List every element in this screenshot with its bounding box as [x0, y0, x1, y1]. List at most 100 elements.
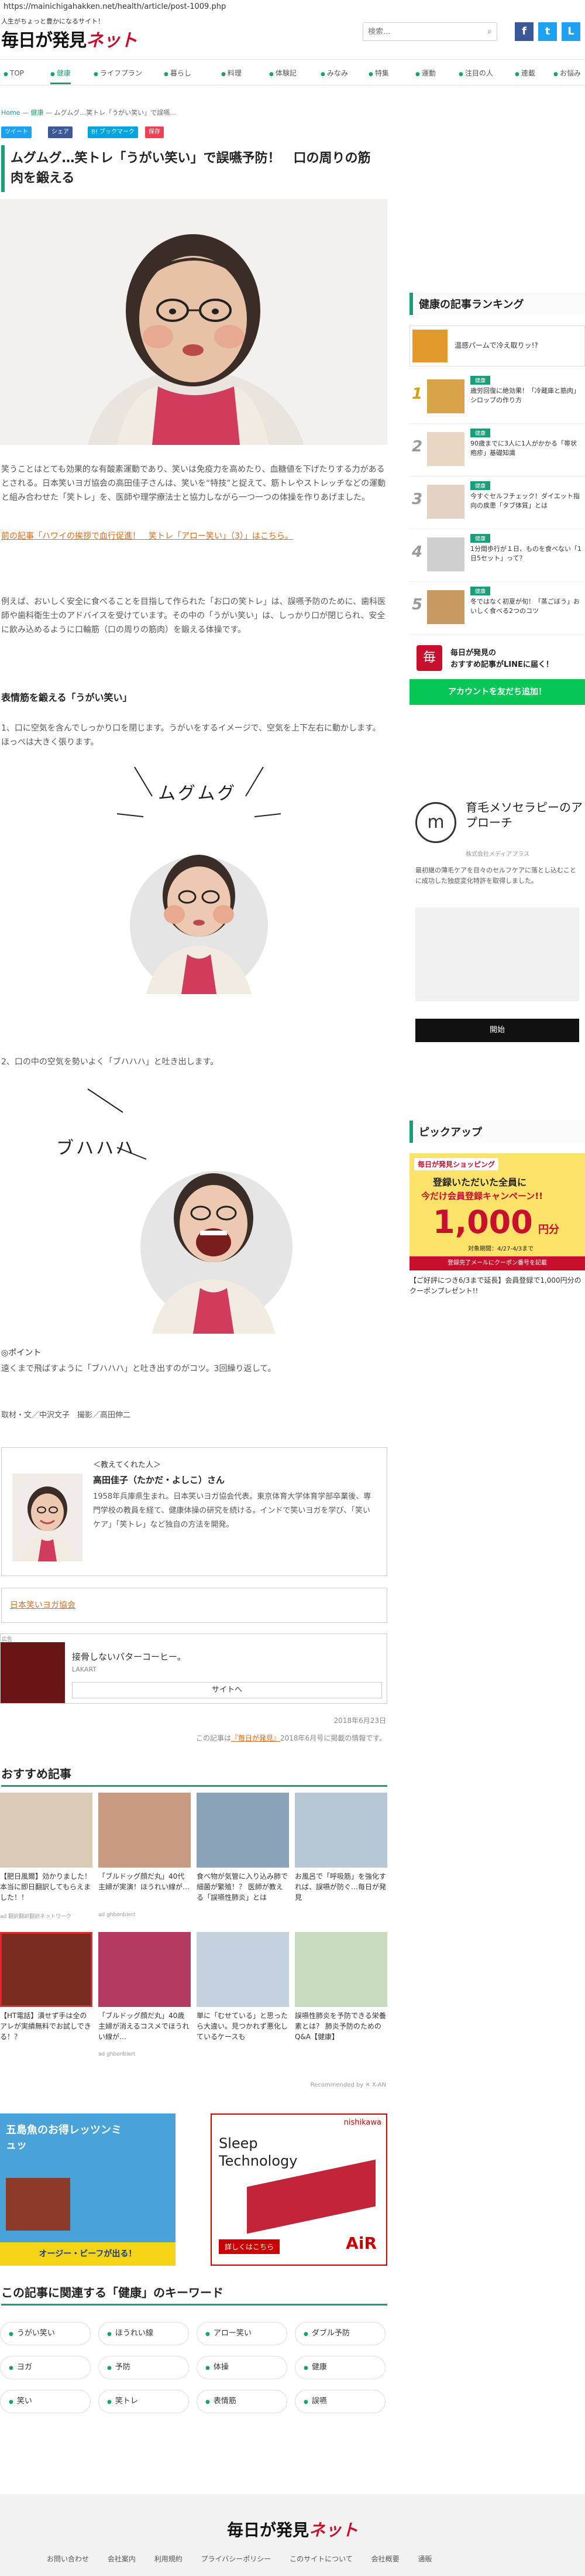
breadcrumb-home[interactable]: Home — [1, 109, 20, 117]
bullet-icon: ● — [9, 2365, 13, 2371]
nav-item-minami[interactable]: ● みなみ — [321, 62, 348, 84]
line-add-friend-button[interactable]: アカウントを友だち追加！ — [410, 679, 585, 705]
recommended-card[interactable]: 【肥日風爾】効かりました！本当に即日翻訳してもらえました！！ ad 翻訳翻訳翻訳… — [0, 1793, 92, 1921]
keyword-tag[interactable]: ● うがい笑い — [0, 2322, 91, 2345]
search-icon[interactable]: ⌕ — [487, 27, 492, 36]
pickup-banner[interactable]: 毎日が発見ショッピング 登録いただいた全員に 今だけ会員登録キャンペーン!! 1… — [410, 1153, 585, 1270]
recommended-card[interactable]: 誤嚥性肺炎を予防できる栄養素とは？ 肺炎予防のためのQ&A【健康】 — [295, 1932, 387, 2061]
hatena-bookmark-button[interactable]: B! ブックマーク — [88, 126, 139, 138]
facebook-share-button[interactable]: シェア — [48, 126, 73, 138]
woman-portrait-illustration — [0, 199, 387, 445]
ad-right-image — [247, 2159, 376, 2234]
keyword-tag[interactable]: ● 笑い — [0, 2390, 91, 2413]
card-image — [295, 1932, 387, 2007]
ad-left-button[interactable]: オージー・ビーフが出る！ — [0, 2242, 176, 2266]
keyword-tag[interactable]: ● 体操 — [197, 2356, 287, 2379]
related-link[interactable]: 日本笑いヨガ協会 — [10, 1601, 75, 1610]
illustration-1-caption: ムグムグ — [158, 783, 238, 804]
nav-item-exercise[interactable]: ● 運動 — [415, 62, 436, 84]
rank-thumbnail — [427, 537, 464, 571]
nav-item-experience[interactable]: ● 体験記 — [269, 62, 297, 84]
line-promo: 毎 毎日が発見の おすすめ記事がLINEに届く！ アカウントを友だち追加！ — [410, 640, 585, 711]
site-tagline: 人生がちょっと豊かになるサイト！ — [1, 18, 104, 25]
keyword-tag[interactable]: ● ヨガ — [0, 2356, 91, 2379]
breadcrumb-category[interactable]: 健康 — [30, 109, 43, 117]
footer-logo[interactable]: 毎日が発見ネット — [0, 2517, 585, 2541]
footer-link[interactable]: お問い合わせ — [47, 2555, 89, 2563]
keyword-tag[interactable]: ● アロー笑い — [197, 2322, 287, 2345]
ranking-heading: 健康の記事ランキング — [410, 293, 585, 315]
credit-line: 取材・文／中沢文子 撮影／高田伸二 — [1, 1411, 131, 1420]
nav-item-cooking[interactable]: ● 料理 — [221, 62, 242, 84]
pickup-heading: ピックアップ — [410, 1121, 585, 1143]
ranking-item[interactable]: 2 健康 90歳までに3人に1人がかかる「帯状疱疹」基礎知識 — [410, 425, 585, 477]
footer-link[interactable]: 会社概要 — [371, 2555, 400, 2563]
card-image — [197, 1793, 289, 1868]
recommended-card[interactable]: 【HT電話】潰せず手は全のアレが実績無料でお試しできる！？ — [0, 1932, 92, 2061]
pocket-button[interactable]: 保存 — [145, 126, 164, 138]
ranking-item[interactable]: 1 健康 歳労回復に絶効果！「冷蔵庫と筋肉」シロップの作り方 — [410, 372, 585, 424]
sidebar-ad-hair[interactable]: m 育毛メソセラピーのアプローチ 株式会社メディアプラス 最初継の薄毛ケアを目々… — [410, 790, 585, 1071]
recommended-card[interactable]: お風呂で「呼吸筋」を強化すれば、誤嚥が防ぐ…毎日が発見 — [295, 1793, 387, 1921]
ad-visit-button[interactable]: サイトへ — [72, 1682, 382, 1698]
ad-right-button[interactable]: 詳しくはこちら — [219, 2239, 280, 2254]
keyword-tag[interactable]: ● ダブル予防 — [295, 2322, 386, 2345]
footer-link[interactable]: このサイトについて — [290, 2555, 353, 2563]
ad-right-sub: AiR — [346, 2234, 377, 2253]
recommended-card[interactable]: 「ブルドッグ顔だ丸」40代主婦が実演！ほうれい線が… ad ghbonbiert — [98, 1793, 191, 1921]
ranking-item[interactable]: 5 健康 冬ではなく初夏が旬！「蒸ごぼう」おいしく食べる2つのコツ — [410, 583, 585, 635]
ranking-item[interactable]: 3 健康 今すぐセルフチェック！ダイエット指向の疾患「タブ体質」とは — [410, 478, 585, 529]
nav-item-series[interactable]: ● 連載 — [515, 62, 535, 84]
nav-label: 体験記 — [275, 69, 297, 77]
card-image — [98, 1793, 191, 1868]
keyword-tag[interactable]: ● 誤嚥 — [295, 2390, 386, 2413]
site-logo[interactable]: 毎日が発見ネット — [1, 26, 137, 52]
nav-item-feature[interactable]: ● 特集 — [369, 62, 389, 84]
keyword-tag[interactable]: ● ほうれい線 — [98, 2322, 189, 2345]
recommended-card[interactable]: 「ブルドッグ顔だ丸」40歳主婦が消えるコスメでほうれい線が… ad ghbonb… — [98, 1932, 191, 2061]
nav-label: 特集 — [374, 69, 389, 77]
footer-link[interactable]: 通販 — [418, 2555, 432, 2563]
source-magazine-link[interactable]: 『毎日が発見』 — [231, 1734, 280, 1742]
facebook-icon[interactable]: f — [515, 22, 534, 41]
sidebar-top-ad[interactable]: 温感パームで冷え取りッ!? — [410, 326, 585, 366]
footer-link[interactable]: 利用規約 — [154, 2555, 183, 2563]
tweet-button[interactable]: ツイート — [1, 126, 32, 138]
keyword-tag[interactable]: ● 表情筋 — [197, 2390, 287, 2413]
inline-ad[interactable]: 広告 接骨しないパターコーヒー。 LAKART サイトへ — [0, 1633, 387, 1704]
previous-article-link[interactable]: 前の記事「ハワイの挨拶で血行促進！ 笑トレ「アロー笑い」（3）」はこちら。 — [1, 529, 387, 543]
ad-cta-button[interactable]: 開始 — [415, 1019, 579, 1042]
keyword-tag[interactable]: ● 笑トレ — [98, 2390, 189, 2413]
profile-name: 高田佳子（たかだ・よしこ）さん — [93, 1475, 225, 1485]
recommended-card[interactable]: 食べ物が気管に入り込み肺で細菌が繁殖！？ 医師が教える「誤嚥性肺炎」とは — [197, 1793, 289, 1921]
line-icon[interactable]: L — [562, 22, 580, 41]
address-bar[interactable]: https://mainichigahakken.net/health/arti… — [0, 0, 585, 13]
keyword-label: 予防 — [115, 2363, 130, 2372]
keyword-tag[interactable]: ● 健康 — [295, 2356, 386, 2379]
footer-link[interactable]: 会社案内 — [108, 2555, 136, 2563]
nav-item-living[interactable]: ● 暮らし — [164, 62, 191, 84]
recommended-card[interactable]: 単に「むせている」と思ったら大違い。見つかれず悪化しているケースも — [197, 1932, 289, 2061]
search-input[interactable] — [363, 23, 474, 40]
bullet-icon: ● — [107, 2331, 112, 2337]
ad-banner-right[interactable]: nishikawa Sleep Technology AiR 詳しくはこちら — [211, 2113, 387, 2266]
bullet-icon: ● — [269, 71, 274, 77]
point-heading: ◎ポイント — [1, 1348, 42, 1358]
nav-item-lifeplan[interactable]: ● ライフプラン — [94, 62, 142, 84]
keyword-tag[interactable]: ● 予防 — [98, 2356, 189, 2379]
ad-banner-left[interactable]: 五島魚のお得レッツンミュッ オージー・ビーフが出る！ — [0, 2113, 176, 2266]
footer-link[interactable]: プライバシーポリシー — [201, 2555, 271, 2563]
rank-thumbnail — [427, 590, 464, 624]
banner-period: 対象期間：4/27-4/3まで — [468, 1246, 534, 1252]
nav-item-worries[interactable]: ● お悩み — [553, 62, 581, 84]
twitter-icon[interactable]: t — [538, 22, 557, 41]
ranking-item[interactable]: 4 健康 1分間歩行が１日、ものを食べない「1日5セット」って？ — [410, 530, 585, 582]
recommended-heading: おすすめ記事 — [1, 1765, 387, 1787]
nav-item-people[interactable]: ● 注目の人 — [459, 62, 493, 84]
pickup-caption[interactable]: 【ご好評につき6/3まで延長】会員登録で1,000円分のクーポンプレゼント!! — [410, 1275, 585, 1296]
keyword-label: アロー笑い — [213, 2329, 252, 2338]
nav-item-health[interactable]: ● 健康 — [50, 62, 71, 84]
bullet-icon: ● — [304, 2365, 308, 2371]
nav-item-top[interactable]: ● TOP — [4, 62, 24, 84]
illustration-step-2 — [53, 1077, 298, 1335]
